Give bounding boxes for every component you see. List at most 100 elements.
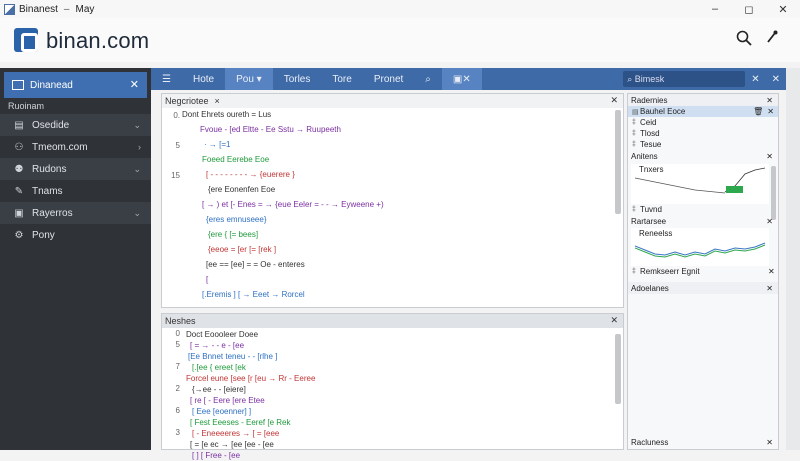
sidebar-header-label: Dinanead bbox=[30, 79, 73, 91]
editor-tab-header[interactable]: Neshes ✕ bbox=[162, 314, 623, 328]
list-item-selected[interactable]: ▤ Bauhel Eoce 🗑 ✕ bbox=[628, 106, 778, 117]
close-icon[interactable]: ✕ bbox=[767, 107, 774, 116]
search-icon[interactable] bbox=[736, 30, 752, 51]
editor-panel-1: Negcriotee× ✕ 0.51514 Dont Ehrets oureth… bbox=[161, 93, 624, 345]
code-line: [ → ) et [- Enes = → {eue Eeler = - - → … bbox=[202, 200, 384, 209]
gear-icon: ⚙ bbox=[14, 229, 24, 241]
right-panel-header: Radernies ✕ bbox=[628, 94, 778, 106]
toolbar-search-input[interactable]: ⌕ Bimesk bbox=[623, 71, 746, 87]
code-line: {ere Eonenfen Eoe bbox=[208, 185, 276, 194]
menu-icon[interactable]: ☰ bbox=[151, 68, 182, 90]
tab-hote[interactable]: Hote bbox=[182, 68, 225, 90]
list-item-label: Bauhel Eoce bbox=[640, 107, 686, 116]
line-number bbox=[162, 123, 180, 138]
code-line: Doct Eoooleer Doee bbox=[186, 330, 259, 339]
close-icon[interactable]: ✕ bbox=[610, 95, 618, 106]
sidebar-item-rayerros[interactable]: ▣ Rayerros ⌄ bbox=[0, 202, 151, 224]
sidebar-header[interactable]: Dinanead ✕ bbox=[4, 72, 147, 98]
scrollbar[interactable] bbox=[615, 110, 621, 214]
sidebar-item-label: Tmeom.com bbox=[32, 141, 88, 153]
line-number bbox=[162, 416, 180, 427]
sidebar-item-osedide[interactable]: ▤ Osedide ⌄ bbox=[0, 114, 151, 136]
editor-tab-header[interactable]: Negcriotee × ✕ bbox=[162, 94, 623, 108]
code-line: [ bbox=[206, 275, 209, 284]
close-icon[interactable]: ✕ bbox=[766, 438, 773, 447]
close-button[interactable]: ✕ bbox=[766, 0, 800, 18]
close-icon[interactable]: ✕ bbox=[766, 152, 773, 161]
line-number-gutter: 0.51514 bbox=[162, 108, 180, 348]
tab-pou[interactable]: Pou ▾ bbox=[225, 68, 273, 90]
bullet-icon: ‡ bbox=[632, 206, 636, 213]
sidebar-section-label: Ruoinam bbox=[8, 101, 45, 111]
bullet-icon: ‡ bbox=[632, 130, 636, 137]
graph1-title: Anitens bbox=[631, 151, 658, 161]
sidebar-item-label: Tnams bbox=[32, 185, 63, 197]
tab-pronet[interactable]: Pronet bbox=[363, 68, 414, 90]
code-line: Fvoue - [ed Eltte - Ee Sstu → Ruupeeth bbox=[200, 125, 341, 134]
app-name: Binanest bbox=[19, 3, 58, 15]
scrollbar[interactable] bbox=[615, 334, 621, 404]
code-line: [ re [ - Eere [ere Etee bbox=[190, 396, 265, 405]
graph2-label: Reneelss bbox=[639, 229, 673, 238]
panel-icon bbox=[12, 80, 24, 90]
close-icon[interactable]: ✕ bbox=[766, 96, 773, 105]
maximize-button[interactable]: ◻ bbox=[732, 0, 766, 18]
code-line: [Ee Bnnet teneu - - [rlhe ] bbox=[188, 352, 278, 361]
line-number bbox=[162, 394, 180, 405]
group-icon: ⚉ bbox=[14, 163, 24, 175]
trash-icon[interactable]: 🗑 bbox=[753, 107, 763, 116]
sidebar-item-rudons[interactable]: ⚉ Rudons ⌄ bbox=[0, 158, 151, 180]
tab-tore[interactable]: Tore bbox=[321, 68, 362, 90]
graph2-title: Rartarsee bbox=[631, 216, 667, 226]
code-line: [.[ee { ereet [ek bbox=[192, 363, 246, 372]
close-icon[interactable]: ✕ bbox=[766, 74, 786, 85]
sidebar-item-label: Osedide bbox=[32, 119, 70, 131]
line-number: 6 bbox=[175, 406, 180, 415]
image-button[interactable]: ▣✕ bbox=[441, 68, 482, 90]
editor-panel-2: Neshes ✕ 0 5 7 2 6 3 Doct Eoooleer Doee [ = → … bbox=[161, 313, 624, 460]
close-icon[interactable]: ✕ bbox=[768, 267, 775, 276]
section3-title: Adoelanes bbox=[631, 283, 669, 293]
code-line: [ee == [ee] = = Oe - enteres bbox=[206, 260, 305, 269]
close-icon[interactable]: ✕ bbox=[745, 74, 765, 85]
code-line: [ Fest Eeeses - Eeref [e Rek bbox=[190, 418, 291, 427]
minimize-button[interactable]: – bbox=[698, 0, 732, 18]
list-item-label: Tlosd bbox=[640, 129, 660, 138]
list-item[interactable]: ‡ Tesue bbox=[628, 139, 778, 150]
code-line: {eeoe = [er [= [rek ] bbox=[208, 245, 277, 254]
line-number bbox=[162, 198, 180, 213]
close-icon[interactable]: ✕ bbox=[130, 78, 139, 91]
chevron-right-icon[interactable]: › bbox=[138, 142, 141, 152]
sidebar-item-tnams[interactable]: ✎ Tnams bbox=[0, 180, 151, 202]
bullet-icon: ‡ bbox=[632, 141, 636, 148]
chevron-down-icon[interactable]: ⌄ bbox=[133, 208, 141, 219]
tab-torles[interactable]: Torles bbox=[273, 68, 322, 90]
sidebar-item-tmeom[interactable]: ⚇ Tmeom.com › bbox=[0, 136, 151, 158]
line-number bbox=[162, 258, 180, 273]
list-item[interactable]: ‡ Ceid bbox=[628, 117, 778, 128]
tool-icon[interactable] bbox=[766, 30, 778, 47]
list-item[interactable]: ‡ Tuvnd bbox=[628, 204, 662, 215]
toolbar: ☰ Hote Pou ▾ Torles Tore Pronet ⌕ ▣✕ ⌕ B… bbox=[151, 68, 786, 90]
code-line: [.Eremis ] [ → Eeet → Rorcel bbox=[202, 290, 305, 299]
close-icon[interactable]: ✕ bbox=[766, 217, 773, 226]
code-line: [ = [e ec → [ee [ee - [ee bbox=[190, 440, 274, 449]
code-line: [ - - - - - - - - → {euerere } bbox=[206, 170, 295, 179]
close-icon[interactable]: ✕ bbox=[766, 284, 773, 293]
code-line: · → [=1 bbox=[204, 140, 231, 149]
sidebar-item-label: Pony bbox=[32, 229, 55, 241]
line-number: 2 bbox=[175, 384, 180, 393]
line-number bbox=[162, 228, 180, 243]
list-item-label: Tuvnd bbox=[640, 205, 662, 214]
scrollbar[interactable] bbox=[771, 166, 776, 220]
search-icon[interactable]: ⌕ bbox=[414, 68, 442, 90]
chevron-down-icon[interactable]: ⌄ bbox=[133, 164, 141, 175]
chevron-down-icon[interactable]: ⌄ bbox=[133, 120, 141, 131]
close-icon[interactable]: ✕ bbox=[610, 315, 618, 326]
editor-title: Neshes bbox=[165, 316, 196, 326]
section3-header: Adoelanes ✕ bbox=[628, 282, 778, 294]
list-item[interactable]: ‡ Tlosd bbox=[628, 128, 778, 139]
list-item[interactable]: ‡ Remkseerr Egnit ✕ bbox=[628, 266, 775, 277]
brand-logo-icon bbox=[14, 28, 38, 52]
sidebar-item-pony[interactable]: ⚙ Pony bbox=[0, 224, 151, 246]
